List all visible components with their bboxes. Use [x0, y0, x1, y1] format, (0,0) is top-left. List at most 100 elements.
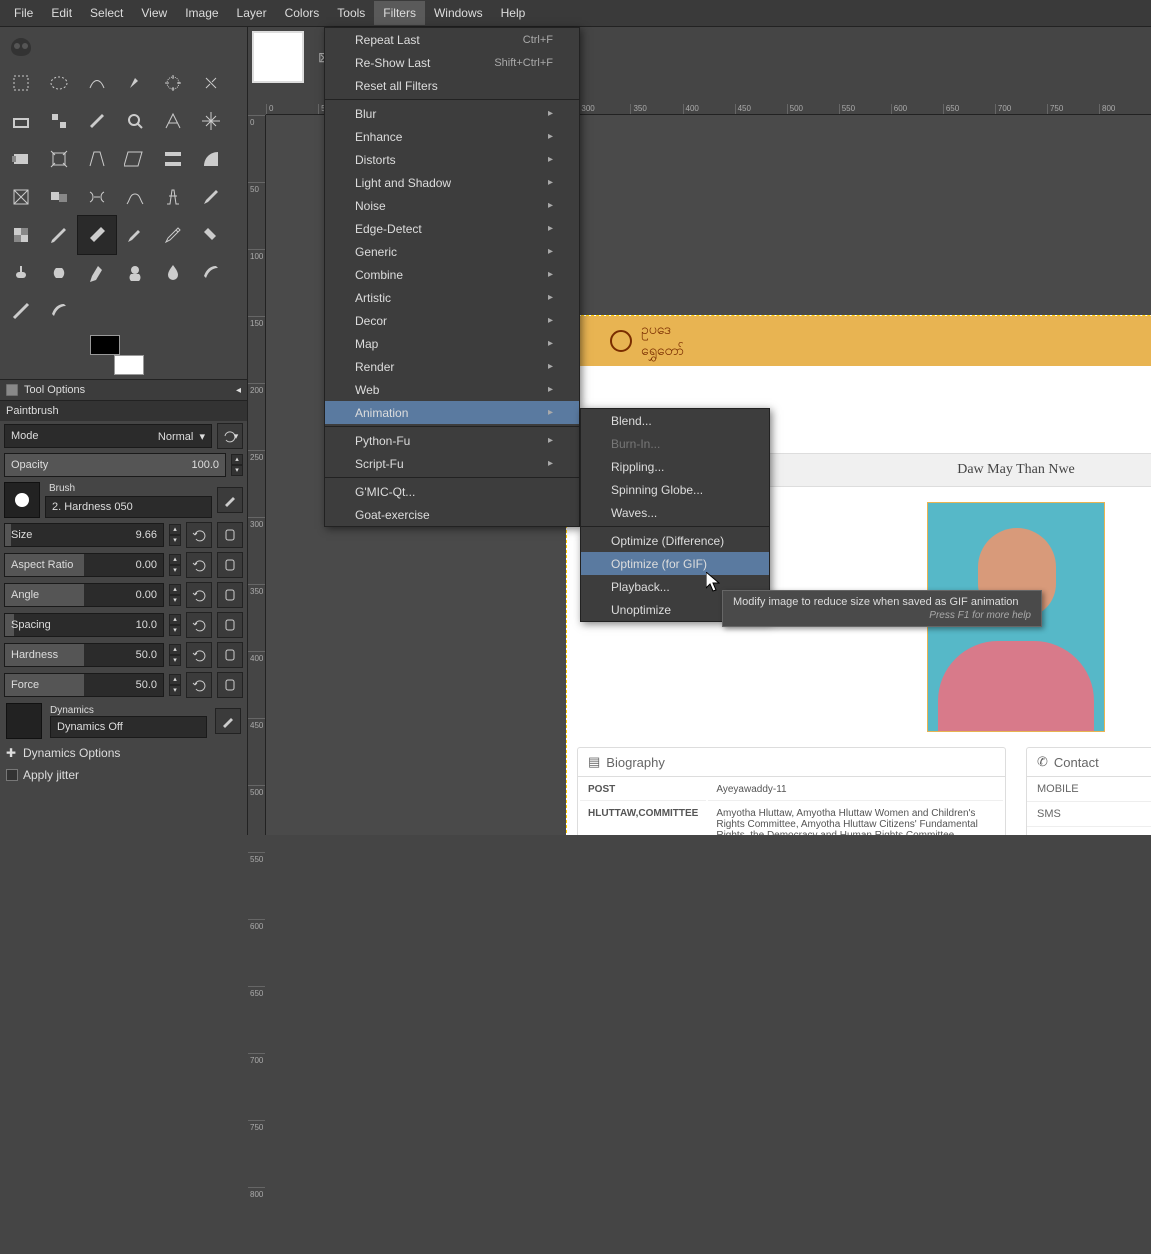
menu-item-reset-all-filters[interactable]: Reset all Filters	[325, 74, 579, 97]
reset-button[interactable]	[186, 612, 212, 638]
link-button[interactable]	[217, 672, 243, 698]
bg-color[interactable]	[114, 355, 144, 375]
dynamics-edit-button[interactable]	[215, 708, 241, 734]
menu-file[interactable]: File	[5, 1, 42, 25]
reset-button[interactable]	[186, 582, 212, 608]
paintbrush-tool[interactable]	[78, 216, 116, 254]
menu-item-animation[interactable]: Animation▸	[325, 401, 579, 424]
airbrush-tool[interactable]	[154, 216, 192, 254]
pencil-tool[interactable]	[40, 216, 78, 254]
mypaint-tool[interactable]	[2, 254, 40, 292]
spin-down[interactable]: ▾	[169, 535, 181, 546]
menu-item-python-fu[interactable]: Python-Fu▸	[325, 429, 579, 452]
menu-item-repeat-last[interactable]: Repeat LastCtrl+F	[325, 28, 579, 51]
menu-item-noise[interactable]: Noise▸	[325, 194, 579, 217]
paths-tool[interactable]	[40, 102, 78, 140]
spin-up[interactable]: ▴	[169, 524, 181, 535]
menu-item-generic[interactable]: Generic▸	[325, 240, 579, 263]
menu-item-blur[interactable]: Blur▸	[325, 102, 579, 125]
mode-select[interactable]: Mode Normal ▾	[4, 424, 212, 448]
spin-down[interactable]: ▾	[169, 595, 181, 606]
reset-button[interactable]	[186, 672, 212, 698]
reset-button[interactable]	[186, 642, 212, 668]
menu-item-combine[interactable]: Combine▸	[325, 263, 579, 286]
link-button[interactable]	[217, 522, 243, 548]
spin-down[interactable]: ▾	[169, 655, 181, 666]
color-swatch[interactable]	[90, 335, 144, 375]
rect-select-tool[interactable]	[2, 64, 40, 102]
align-tool[interactable]	[2, 140, 40, 178]
menu-item-rippling-[interactable]: Rippling...	[581, 455, 769, 478]
perspective-clone-tool[interactable]	[116, 254, 154, 292]
color-tool[interactable]	[40, 292, 78, 330]
transform-3d-tool[interactable]	[2, 178, 40, 216]
heal-tool[interactable]	[78, 254, 116, 292]
ink-tool[interactable]	[192, 216, 230, 254]
menu-item-goat-exercise[interactable]: Goat-exercise	[325, 503, 579, 526]
menu-select[interactable]: Select	[81, 1, 132, 25]
menu-view[interactable]: View	[132, 1, 176, 25]
size-slider[interactable]: Size9.66	[4, 523, 164, 547]
menu-item-script-fu[interactable]: Script-Fu▸	[325, 452, 579, 475]
eraser-tool[interactable]	[116, 216, 154, 254]
fg-color[interactable]	[90, 335, 120, 355]
menu-tools[interactable]: Tools	[328, 1, 374, 25]
spin-up[interactable]: ▴	[169, 614, 181, 625]
spin-up[interactable]: ▴	[169, 584, 181, 595]
zoom-tool[interactable]	[116, 102, 154, 140]
ellipse-select-tool[interactable]	[40, 64, 78, 102]
spacing-slider[interactable]: Spacing10.0	[4, 613, 164, 637]
perspective-tool[interactable]	[192, 140, 230, 178]
unified-transform-tool[interactable]	[40, 178, 78, 216]
scale-tool[interactable]	[116, 140, 154, 178]
reset-button[interactable]	[186, 552, 212, 578]
spin-down[interactable]: ▾	[231, 465, 243, 476]
menu-item-optimize-for-gif-[interactable]: Optimize (for GIF)	[581, 552, 769, 575]
link-button[interactable]	[217, 552, 243, 578]
brush-preview[interactable]	[4, 482, 40, 518]
foreground-select-tool[interactable]	[2, 102, 40, 140]
reset-button[interactable]	[186, 522, 212, 548]
mode-reset-button[interactable]: ▾	[217, 423, 243, 449]
text-tool[interactable]	[154, 178, 192, 216]
hardness-slider[interactable]: Hardness50.0	[4, 643, 164, 667]
dynamics-select[interactable]: Dynamics Off	[50, 716, 207, 738]
spin-up[interactable]: ▴	[169, 644, 181, 655]
opacity-slider[interactable]: Opacity100.0	[4, 453, 226, 477]
image-tab-thumb[interactable]	[252, 31, 304, 83]
link-button[interactable]	[217, 582, 243, 608]
menu-item-light-and-shadow[interactable]: Light and Shadow▸	[325, 171, 579, 194]
rotate-tool[interactable]	[78, 140, 116, 178]
spin-down[interactable]: ▾	[169, 685, 181, 696]
expand-icon[interactable]: ✚	[6, 746, 18, 760]
menu-item-optimize-difference-[interactable]: Optimize (Difference)	[581, 529, 769, 552]
spin-down[interactable]: ▾	[169, 625, 181, 636]
force-slider[interactable]: Force50.0	[4, 673, 164, 697]
dynamics-options-label[interactable]: Dynamics Options	[23, 746, 120, 760]
measure-tool[interactable]	[154, 102, 192, 140]
brush-edit-button[interactable]	[217, 487, 243, 513]
menu-item-g-mic-qt-[interactable]: G'MIC-Qt...	[325, 480, 579, 503]
gradient-tool[interactable]	[2, 216, 40, 254]
dodge-tool[interactable]	[2, 292, 40, 330]
handle-transform-tool[interactable]	[78, 178, 116, 216]
menu-item-map[interactable]: Map▸	[325, 332, 579, 355]
by-color-select-tool[interactable]	[154, 64, 192, 102]
shear-tool[interactable]	[154, 140, 192, 178]
dynamics-preview[interactable]	[6, 703, 42, 739]
clone-tool[interactable]	[40, 254, 78, 292]
menu-item-waves-[interactable]: Waves...	[581, 501, 769, 524]
menu-help[interactable]: Help	[492, 1, 535, 25]
menu-edit[interactable]: Edit	[42, 1, 81, 25]
menu-colors[interactable]: Colors	[276, 1, 329, 25]
spin-down[interactable]: ▾	[169, 565, 181, 576]
menu-windows[interactable]: Windows	[425, 1, 492, 25]
spin-up[interactable]: ▴	[169, 674, 181, 685]
jitter-checkbox[interactable]	[6, 769, 18, 781]
link-button[interactable]	[217, 642, 243, 668]
move-tool[interactable]	[192, 102, 230, 140]
color-picker-tool[interactable]	[78, 102, 116, 140]
menu-item-enhance[interactable]: Enhance▸	[325, 125, 579, 148]
warp-tool[interactable]	[116, 178, 154, 216]
menu-item-render[interactable]: Render▸	[325, 355, 579, 378]
